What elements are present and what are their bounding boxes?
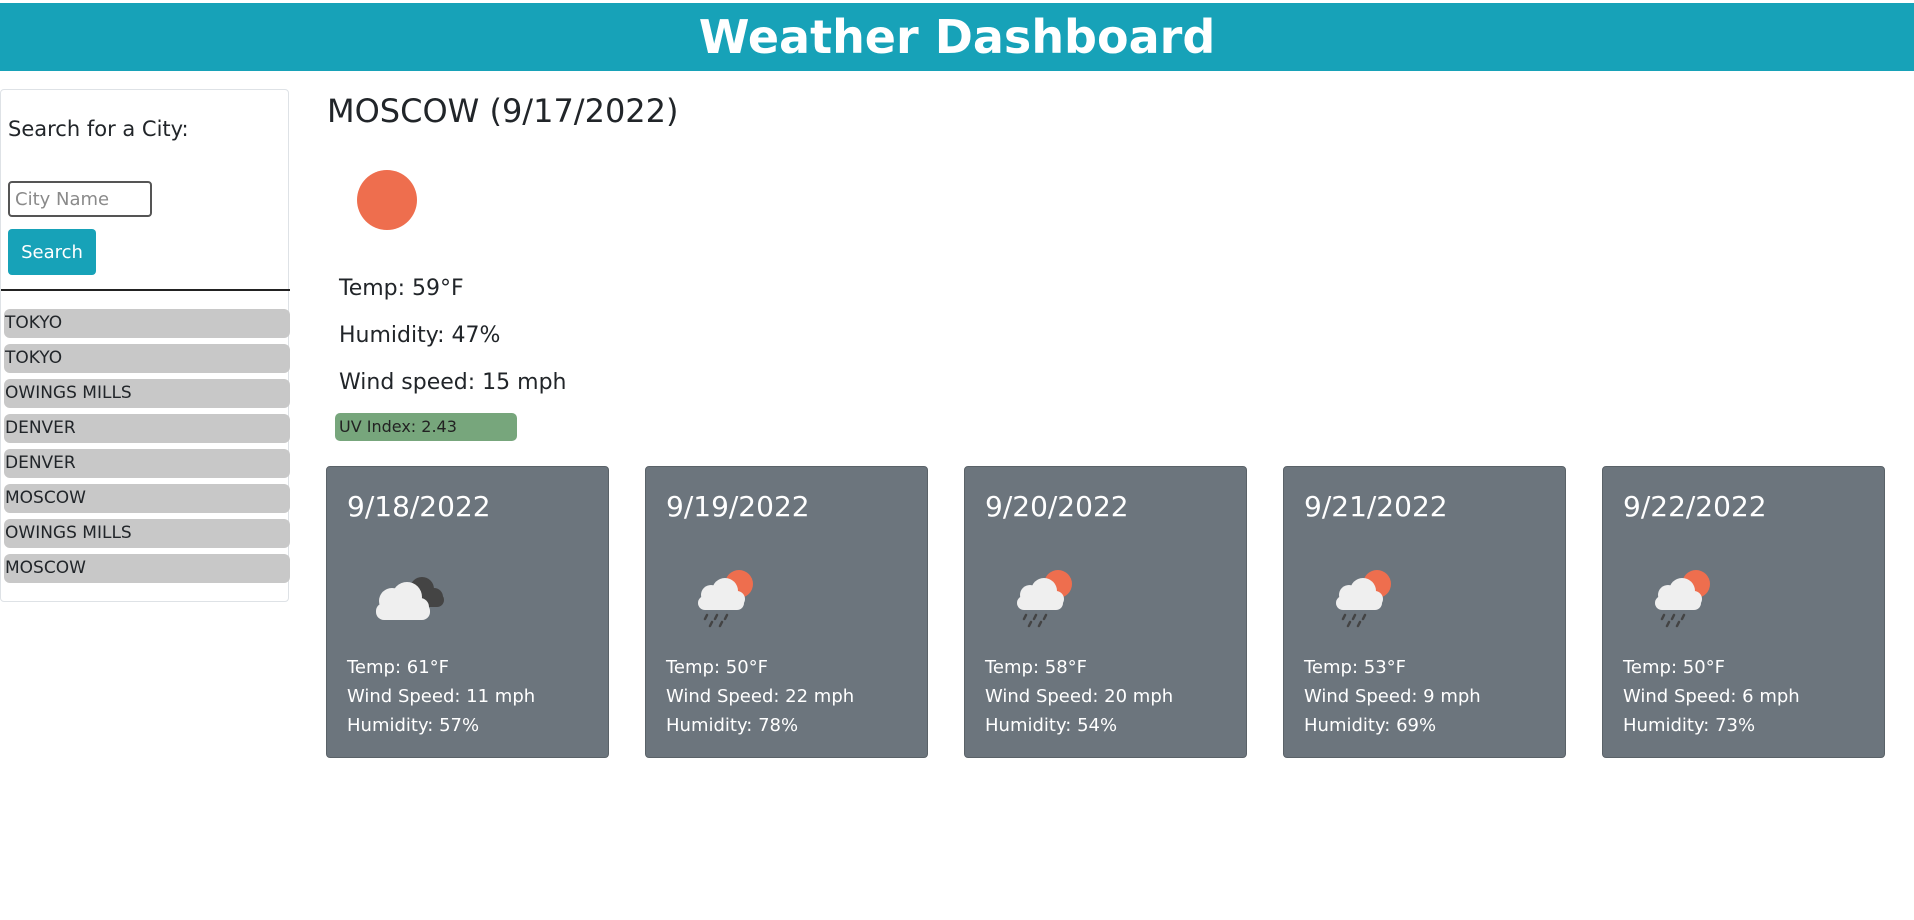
history-item[interactable]: OWINGS MILLS xyxy=(4,519,290,548)
forecast-temp: Temp: 58°F xyxy=(985,657,1088,678)
forecast-card: 9/22/2022 Temp: 50°F Wind Speed: 6 mph H… xyxy=(1602,466,1885,758)
forecast-date: 9/21/2022 xyxy=(1304,490,1448,523)
sun-icon xyxy=(357,170,417,230)
forecast-card: 9/21/2022 Temp: 53°F Wind Speed: 9 mph H… xyxy=(1283,466,1566,758)
city-search-input[interactable] xyxy=(8,181,152,217)
forecast-date: 9/18/2022 xyxy=(347,490,491,523)
uv-index-badge: UV Index: 2.43 xyxy=(335,413,517,441)
history-item[interactable]: MOSCOW xyxy=(4,554,290,583)
forecast-temp: Temp: 50°F xyxy=(1623,657,1726,678)
forecast-date: 9/19/2022 xyxy=(666,490,810,523)
forecast-wind: Wind Speed: 6 mph xyxy=(1623,686,1800,707)
search-heading: Search for a City: xyxy=(8,117,189,141)
forecast-wind: Wind Speed: 22 mph xyxy=(666,686,855,707)
rain-sun-icon xyxy=(1017,570,1072,628)
forecast-wind: Wind Speed: 20 mph xyxy=(985,686,1174,707)
rain-sun-icon xyxy=(1655,570,1710,628)
history-item[interactable]: DENVER xyxy=(4,449,290,478)
history-item[interactable]: TOKYO xyxy=(4,309,290,338)
forecast-date: 9/20/2022 xyxy=(985,490,1129,523)
forecast-date: 9/22/2022 xyxy=(1623,490,1767,523)
forecast-card: 9/19/2022 Temp: 50°F Wind Speed: 22 mph … xyxy=(645,466,928,758)
forecast-humidity: Humidity: 78% xyxy=(666,715,799,736)
rain-sun-icon xyxy=(1336,570,1391,628)
search-sidebar: Search for a City: Search TOKYO TOKYO OW… xyxy=(0,89,290,602)
forecast-temp: Temp: 61°F xyxy=(347,657,450,678)
current-city-title: MOSCOW (9/17/2022) xyxy=(327,92,679,130)
forecast-card: 9/18/2022 Temp: 61°F Wind Speed: 11 mph … xyxy=(326,466,609,758)
current-humidity: Humidity: 47% xyxy=(339,323,501,348)
current-wind: Wind speed: 15 mph xyxy=(339,370,567,395)
history-item[interactable]: DENVER xyxy=(4,414,290,443)
app-header: Weather Dashboard xyxy=(0,3,1914,71)
page-title: Weather Dashboard xyxy=(698,10,1216,64)
cloudy-icon xyxy=(376,577,444,620)
search-button[interactable]: Search xyxy=(8,229,96,275)
history-item[interactable]: MOSCOW xyxy=(4,484,290,513)
forecast-wind: Wind Speed: 9 mph xyxy=(1304,686,1481,707)
forecast-humidity: Humidity: 73% xyxy=(1623,715,1756,736)
history-item[interactable]: TOKYO xyxy=(4,344,290,373)
history-item[interactable]: OWINGS MILLS xyxy=(4,379,290,408)
forecast-temp: Temp: 53°F xyxy=(1304,657,1407,678)
search-history-list: TOKYO TOKYO OWINGS MILLS DENVER DENVER M… xyxy=(4,309,290,589)
forecast-card: 9/20/2022 Temp: 58°F Wind Speed: 20 mph … xyxy=(964,466,1247,758)
forecast-wind: Wind Speed: 11 mph xyxy=(347,686,536,707)
forecast-temp: Temp: 50°F xyxy=(666,657,769,678)
forecast-humidity: Humidity: 69% xyxy=(1304,715,1437,736)
sidebar-divider xyxy=(1,289,290,291)
current-temp: Temp: 59°F xyxy=(339,276,464,301)
forecast-humidity: Humidity: 54% xyxy=(985,715,1118,736)
forecast-humidity: Humidity: 57% xyxy=(347,715,480,736)
rain-sun-icon xyxy=(698,570,753,628)
